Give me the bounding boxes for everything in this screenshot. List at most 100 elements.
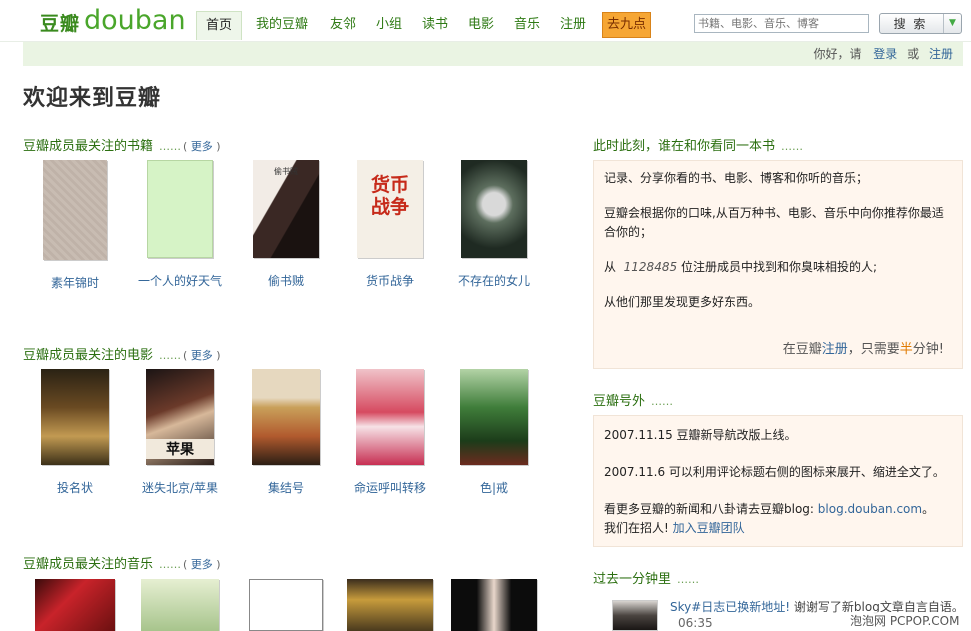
cover-text: 苹果 bbox=[146, 439, 214, 459]
movies-title-text: 豆瓣成员最关注的电影 bbox=[23, 348, 154, 363]
news-title-text: 豆瓣号外 bbox=[593, 394, 646, 409]
movie-item[interactable]: 命运呼叫转移 bbox=[340, 369, 440, 496]
intro-title: 此时此刻，谁在和你看同一本书 …… bbox=[593, 135, 803, 154]
news-title: 豆瓣号外 …… bbox=[593, 390, 673, 409]
dots-separator: …… bbox=[781, 140, 804, 153]
recent-title: 过去一分钟里 …… bbox=[593, 568, 699, 587]
book-cover[interactable] bbox=[43, 160, 107, 260]
blog-link[interactable]: blog.douban.com bbox=[818, 502, 922, 516]
recent-user-link[interactable]: Sky#日志已换新地址! bbox=[670, 600, 790, 614]
nav-movies[interactable]: 电影 bbox=[468, 11, 494, 39]
search-button[interactable]: 搜 索 ▼ bbox=[879, 13, 962, 34]
nav-friends[interactable]: 友邻 bbox=[330, 11, 356, 39]
news-line-3: 看更多豆瓣的新闻和八卦请去豆瓣blog: blog.douban.com。 bbox=[604, 502, 935, 516]
intro-title-text: 此时此刻，谁在和你看同一本书 bbox=[593, 139, 776, 154]
music-title-text: 豆瓣成员最关注的音乐 bbox=[23, 557, 154, 572]
logo-cn-text: 豆瓣 bbox=[40, 13, 81, 35]
recent-time: 06:35 bbox=[678, 616, 713, 630]
page-title: 欢迎来到豆瓣 bbox=[23, 85, 162, 111]
movie-title[interactable]: 投名状 bbox=[25, 479, 125, 496]
movie-title[interactable]: 色|戒 bbox=[444, 479, 544, 496]
cover-text: 偷书贼 bbox=[274, 167, 298, 176]
book-item[interactable]: 不存在的女儿 bbox=[444, 160, 544, 289]
movie-item[interactable]: 色|戒 bbox=[444, 369, 544, 496]
douban-logo[interactable]: 豆瓣 douban bbox=[40, 5, 186, 38]
news-box: 2007.11.15 豆瓣新导航改版上线。 2007.11.6 可以利用评论标题… bbox=[593, 415, 963, 547]
search-button-label: 搜 索 bbox=[893, 17, 928, 31]
nav-9points[interactable]: 去九点 bbox=[602, 12, 652, 38]
news-line-2: 2007.11.6 可以利用评论标题右侧的图标来展开、缩进全文了。 bbox=[604, 465, 945, 479]
book-item[interactable]: 货币战争 货币战争 bbox=[340, 160, 440, 289]
album-cover[interactable] bbox=[35, 579, 115, 631]
music-section-title: 豆瓣成员最关注的音乐……( 更多 ) bbox=[23, 557, 221, 572]
movie-title[interactable]: 集结号 bbox=[236, 479, 336, 496]
or-text: 或 bbox=[907, 47, 920, 61]
nav-register[interactable]: 注册 bbox=[560, 11, 586, 39]
book-title[interactable]: 一个人的好天气 bbox=[130, 272, 230, 289]
movie-item[interactable]: 投名状 bbox=[25, 369, 125, 496]
book-cover[interactable] bbox=[147, 160, 213, 258]
movie-poster[interactable]: 苹果 bbox=[146, 369, 214, 465]
music-more-link[interactable]: 更多 bbox=[191, 558, 213, 571]
dots-separator: …… bbox=[159, 558, 182, 571]
intro-line-4: 从他们那里发现更多好东西。 bbox=[604, 295, 761, 309]
music-item[interactable] bbox=[130, 579, 230, 631]
movie-poster[interactable] bbox=[356, 369, 424, 465]
movie-item[interactable]: 苹果 迷失北京/苹果 bbox=[130, 369, 230, 496]
book-title[interactable]: 偷书贼 bbox=[236, 272, 336, 289]
join-team-link[interactable]: 加入豆瓣团队 bbox=[673, 521, 745, 535]
avatar[interactable] bbox=[612, 600, 658, 631]
album-cover[interactable] bbox=[141, 579, 219, 631]
music-item[interactable] bbox=[25, 579, 125, 631]
logo-en-text: douban bbox=[84, 5, 186, 36]
book-item[interactable]: 偷书贼 偷书贼 bbox=[236, 160, 336, 289]
book-title[interactable]: 货币战争 bbox=[340, 272, 440, 289]
music-item[interactable] bbox=[340, 579, 440, 631]
search-input[interactable] bbox=[694, 14, 869, 33]
album-cover[interactable] bbox=[347, 579, 433, 631]
join-register-link[interactable]: 注册 bbox=[822, 342, 848, 357]
book-title[interactable]: 不存在的女儿 bbox=[444, 272, 544, 289]
movie-title[interactable]: 命运呼叫转移 bbox=[340, 479, 440, 496]
join-prompt: 在豆瓣注册，只需要半分钟! bbox=[782, 342, 944, 357]
books-title-text: 豆瓣成员最关注的书籍 bbox=[23, 139, 154, 154]
login-link[interactable]: 登录 bbox=[873, 47, 897, 61]
intro-line-1: 记录、分享你看的书、电影、博客和你听的音乐； bbox=[604, 171, 869, 185]
news-line-1: 2007.11.15 豆瓣新导航改版上线。 bbox=[604, 428, 797, 442]
nav-books[interactable]: 读书 bbox=[422, 11, 448, 39]
book-title[interactable]: 素年锦时 bbox=[25, 274, 125, 291]
nav-my-douban[interactable]: 我的豆瓣 bbox=[256, 11, 308, 39]
movies-section-title: 豆瓣成员最关注的电影……( 更多 ) bbox=[23, 348, 221, 363]
book-cover[interactable] bbox=[461, 160, 527, 258]
cover-text: 货币战争 bbox=[370, 174, 409, 218]
dots-separator: …… bbox=[651, 395, 674, 408]
register-link[interactable]: 注册 bbox=[929, 47, 953, 61]
music-item[interactable] bbox=[236, 579, 336, 631]
dots-separator: …… bbox=[159, 140, 182, 153]
nav-groups[interactable]: 小组 bbox=[376, 11, 402, 39]
header: 豆瓣 douban 首页 我的豆瓣 友邻 小组 读书 电影 音乐 注册 去九点 … bbox=[0, 0, 971, 42]
member-count: 1128485 bbox=[623, 260, 678, 274]
movie-item[interactable]: 集结号 bbox=[236, 369, 336, 496]
book-item[interactable]: 素年锦时 bbox=[25, 160, 125, 291]
books-section-title: 豆瓣成员最关注的书籍……( 更多 ) bbox=[23, 139, 221, 154]
recent-title-text: 过去一分钟里 bbox=[593, 572, 672, 587]
album-cover[interactable] bbox=[451, 579, 537, 631]
book-cover[interactable]: 偷书贼 bbox=[253, 160, 319, 258]
book-cover[interactable]: 货币战争 bbox=[357, 160, 423, 258]
dropdown-arrow-icon[interactable]: ▼ bbox=[943, 14, 961, 33]
music-item[interactable] bbox=[444, 579, 544, 631]
nav-home[interactable]: 首页 bbox=[196, 11, 243, 40]
movie-poster[interactable] bbox=[460, 369, 528, 465]
album-cover[interactable] bbox=[249, 579, 323, 631]
movie-poster[interactable] bbox=[252, 369, 320, 465]
nav-music[interactable]: 音乐 bbox=[514, 11, 540, 39]
movie-title[interactable]: 迷失北京/苹果 bbox=[130, 479, 230, 496]
intro-line-2: 豆瓣会根据你的口味,从百万种书、电影、音乐中向你推荐你最适合你的； bbox=[604, 206, 944, 239]
movie-poster[interactable] bbox=[41, 369, 109, 465]
watermark: 泡泡网 PCPOP.COM bbox=[850, 612, 960, 629]
book-item[interactable]: 一个人的好天气 bbox=[130, 160, 230, 289]
books-more-link[interactable]: 更多 bbox=[191, 140, 213, 153]
movies-more-link[interactable]: 更多 bbox=[191, 349, 213, 362]
dots-separator: …… bbox=[677, 573, 700, 586]
